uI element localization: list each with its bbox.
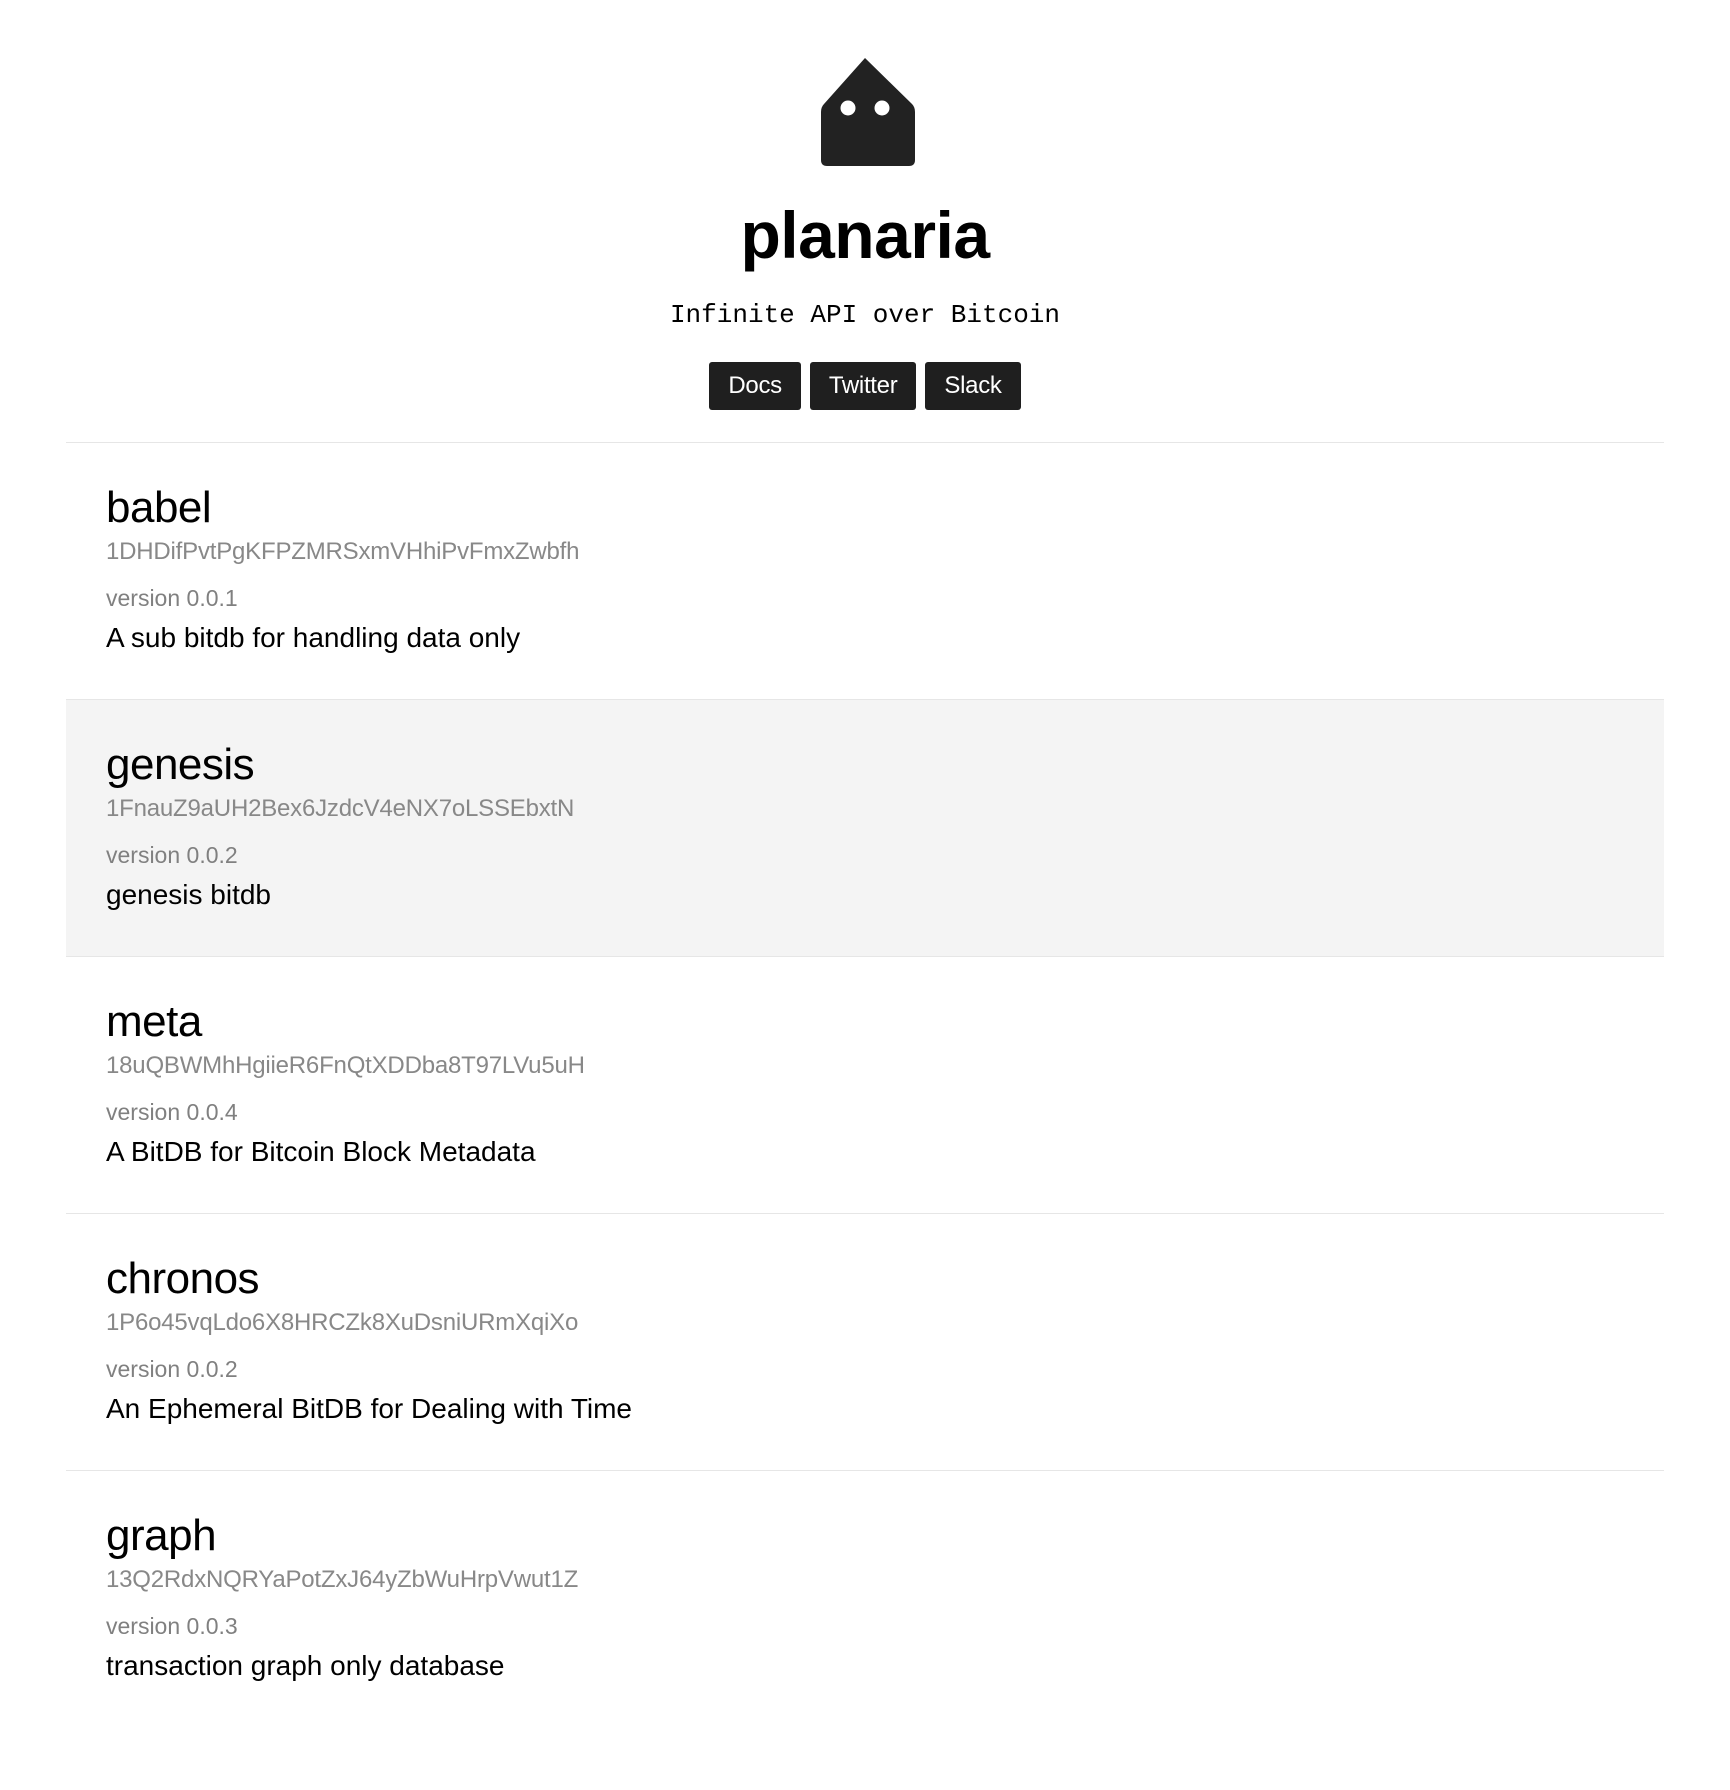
item-version: version 0.0.2 xyxy=(106,842,238,868)
nav-buttons: Docs Twitter Slack xyxy=(0,362,1730,410)
item-description: transaction graph only database xyxy=(106,1650,505,1681)
item-address: 1P6o45vqLdo6X8HRCZk8XuDsniURmXqiXo xyxy=(106,1309,579,1336)
item-address: 13Q2RdxNQRYaPotZxJ64yZbWuHrpVwut1Z xyxy=(106,1566,579,1593)
item-description: genesis bitdb xyxy=(106,879,272,910)
list-item-graph[interactable]: graph 13Q2RdxNQRYaPotZxJ64yZbWuHrpVwut1Z… xyxy=(66,1471,1664,1728)
house-with-eyes-icon[interactable] xyxy=(810,56,920,166)
page-header: planaria Infinite API over Bitcoin Docs … xyxy=(0,0,1730,410)
item-description: An Ephemeral BitDB for Dealing with Time xyxy=(106,1393,632,1424)
twitter-button[interactable]: Twitter xyxy=(809,362,917,410)
item-version: version 0.0.3 xyxy=(106,1613,238,1639)
slack-button[interactable]: Slack xyxy=(925,362,1021,410)
item-version: version 0.0.4 xyxy=(106,1099,238,1125)
docs-button[interactable]: Docs xyxy=(709,362,801,410)
list-item-meta[interactable]: meta 18uQBWMhHgiieR6FnQtXDDba8T97LVu5uH … xyxy=(66,957,1664,1214)
item-version: version 0.0.2 xyxy=(106,1356,238,1382)
list-item-genesis[interactable]: genesis 1FnauZ9aUH2Bex6JzdcV4eNX7oLSSEbx… xyxy=(66,700,1664,957)
planaria-list: babel 1DHDifPvtPgKFPZMRSxmVHhiPvFmxZwbfh… xyxy=(66,442,1664,1728)
list-item-chronos[interactable]: chronos 1P6o45vqLdo6X8HRCZk8XuDsniURmXqi… xyxy=(66,1214,1664,1471)
tagline: Infinite API over Bitcoin xyxy=(669,300,1061,330)
list-item-babel[interactable]: babel 1DHDifPvtPgKFPZMRSxmVHhiPvFmxZwbfh… xyxy=(66,443,1664,700)
item-description: A BitDB for Bitcoin Block Metadata xyxy=(106,1136,536,1167)
item-name[interactable]: meta xyxy=(106,997,1664,1047)
app-title: planaria xyxy=(740,198,990,272)
item-address: 18uQBWMhHgiieR6FnQtXDDba8T97LVu5uH xyxy=(106,1052,585,1079)
item-address: 1FnauZ9aUH2Bex6JzdcV4eNX7oLSSEbxtN xyxy=(106,795,575,822)
item-address: 1DHDifPvtPgKFPZMRSxmVHhiPvFmxZwbfh xyxy=(106,538,580,565)
item-name[interactable]: chronos xyxy=(106,1254,1664,1304)
item-name[interactable]: genesis xyxy=(106,740,1664,790)
item-name[interactable]: graph xyxy=(106,1511,1664,1561)
item-version: version 0.0.1 xyxy=(106,585,238,611)
item-description: A sub bitdb for handling data only xyxy=(106,622,521,653)
item-name[interactable]: babel xyxy=(106,483,1664,533)
